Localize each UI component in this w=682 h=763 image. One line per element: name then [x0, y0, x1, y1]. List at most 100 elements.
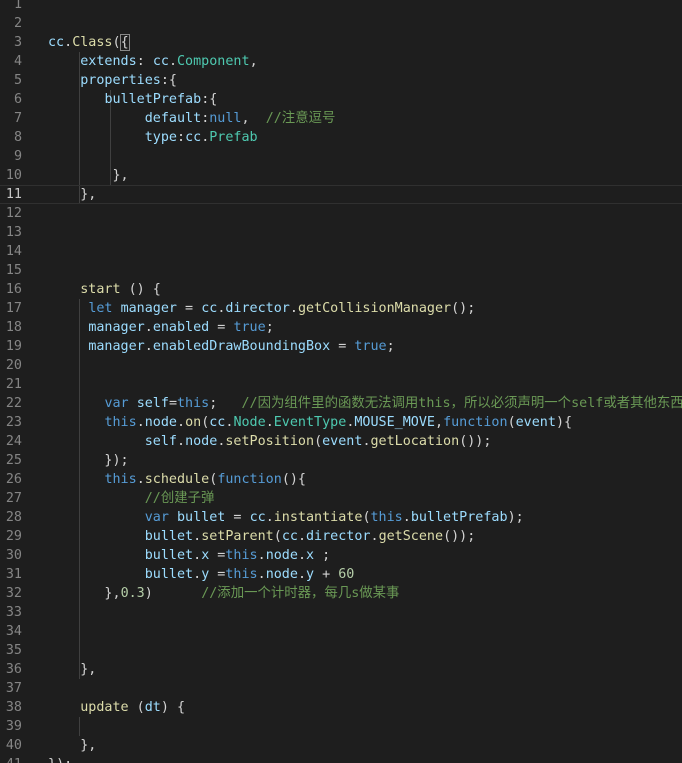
code-token: //因为组件里的函数无法调用this，所以必须声明一个self或者其他东西 [241, 396, 682, 411]
line-code[interactable]: properties:{ [48, 71, 177, 90]
code-line[interactable]: 30 bullet.x =this.node.x ; [0, 546, 682, 565]
code-line[interactable]: 15 [0, 261, 682, 280]
code-token: ( [314, 434, 323, 449]
code-line[interactable]: 35 [0, 641, 682, 660]
code-token: = [177, 301, 202, 316]
code-line[interactable]: 13 [0, 223, 682, 242]
code-token: . [144, 339, 153, 354]
line-code[interactable]: manager.enabledDrawBoundingBox = true; [48, 337, 394, 356]
line-code[interactable]: this.schedule(function(){ [48, 470, 306, 489]
code-line[interactable]: 41}); [0, 755, 682, 763]
line-code[interactable]: var self=this; //因为组件里的函数无法调用this，所以必须声明… [48, 394, 682, 413]
line-code[interactable]: }); [48, 451, 128, 470]
code-line[interactable]: 19 manager.enabledDrawBoundingBox = true… [0, 337, 682, 356]
code-line[interactable]: 27 //创建子弹 [0, 489, 682, 508]
code-line[interactable]: 5 properties:{ [0, 71, 682, 90]
line-number: 7 [13, 111, 22, 126]
line-code[interactable]: }, [48, 186, 96, 203]
code-token: . [370, 529, 379, 544]
code-token: . [168, 54, 177, 69]
code-line[interactable]: 26 this.schedule(function(){ [0, 470, 682, 489]
code-line[interactable]: 38 update (dt) { [0, 698, 682, 717]
line-code[interactable]: let manager = cc.director.getCollisionMa… [48, 299, 475, 318]
line-code[interactable]: this.node.on(cc.Node.EventType.MOUSE_MOV… [48, 413, 572, 432]
line-code[interactable]: manager.enabled = true; [48, 318, 273, 337]
code-line[interactable]: 21 [0, 375, 682, 394]
code-line[interactable]: 32 },0.3) //添加一个计时器，每几s做某事 [0, 584, 682, 603]
line-code[interactable]: default:null, //注意逗号 [48, 109, 336, 128]
code-line[interactable]: 4 extends: cc.Component, [0, 52, 682, 71]
code-token: = [225, 510, 250, 525]
code-token: . [265, 415, 274, 430]
code-line[interactable]: 23 this.node.on(cc.Node.EventType.MOUSE_… [0, 413, 682, 432]
line-code[interactable]: type:cc.Prefab [48, 128, 258, 147]
code-token: () { [120, 282, 161, 297]
code-line[interactable]: 29 bullet.setParent(cc.director.getScene… [0, 527, 682, 546]
code-line[interactable]: 22 var self=this; //因为组件里的函数无法调用this，所以必… [0, 394, 682, 413]
code-token: node [265, 567, 298, 582]
code-token: = [209, 567, 226, 582]
code-token: //创建子弹 [144, 491, 215, 506]
code-line[interactable]: 10 }, [0, 166, 682, 185]
code-line[interactable]: 17 let manager = cc.director.getCollisio… [0, 299, 682, 318]
code-line[interactable]: 9 [0, 147, 682, 166]
line-code[interactable]: extends: cc.Component, [48, 52, 257, 71]
code-token: { [119, 34, 130, 51]
line-number: 9 [13, 149, 22, 164]
line-number: 11 [5, 187, 22, 202]
code-line[interactable]: 11 }, [0, 185, 682, 204]
code-line[interactable]: 18 manager.enabled = true; [0, 318, 682, 337]
code-line[interactable]: 6 bulletPrefab:{ [0, 90, 682, 109]
code-line[interactable]: 20 [0, 356, 682, 375]
code-token: }, [48, 187, 97, 202]
code-token: }, [48, 738, 97, 753]
line-code[interactable]: //创建子弹 [48, 489, 215, 508]
code-line[interactable]: 12 [0, 204, 682, 223]
code-line[interactable]: 3 cc.Class({ [0, 33, 682, 52]
code-line[interactable]: 40 }, [0, 736, 682, 755]
line-code[interactable]: cc.Class({ [48, 33, 130, 52]
line-code[interactable]: },0.3) //添加一个计时器，每几s做某事 [48, 584, 399, 603]
line-code[interactable]: bullet.y =this.node.y + 60 [48, 565, 355, 584]
line-code[interactable]: }, [48, 736, 96, 755]
code-token: (); [451, 301, 476, 316]
line-code[interactable]: }, [48, 166, 128, 185]
line-code[interactable]: update (dt) { [48, 698, 185, 717]
code-editor[interactable]: 1 2 3 cc.Class({4 extends: cc.Component, 5 p… [0, 0, 682, 763]
line-code[interactable]: var bullet = cc.instantiate(this.bulletP… [48, 508, 524, 527]
line-number: 34 [5, 624, 22, 639]
code-line[interactable]: 33 [0, 603, 682, 622]
line-code[interactable]: bullet.x =this.node.x ; [48, 546, 330, 565]
code-line[interactable]: 1 [0, 0, 682, 14]
code-token: true [233, 320, 266, 335]
code-token: //注意逗号 [265, 111, 336, 126]
line-code[interactable]: bulletPrefab:{ [48, 90, 217, 109]
code-line[interactable]: 16 start () { [0, 280, 682, 299]
code-token: . [265, 510, 274, 525]
code-token: ()); [459, 434, 492, 449]
code-token: self [136, 396, 169, 411]
code-token: = [168, 396, 177, 411]
line-code[interactable]: start () { [48, 280, 161, 299]
line-code[interactable]: }); [48, 755, 72, 763]
code-line[interactable]: 31 bullet.y =this.node.y + 60 [0, 565, 682, 584]
code-line[interactable]: 36 }, [0, 660, 682, 679]
code-line[interactable]: 37 [0, 679, 682, 698]
code-line[interactable]: 28 var bullet = cc.instantiate(this.bull… [0, 508, 682, 527]
code-line[interactable]: 8 type:cc.Prefab [0, 128, 682, 147]
code-line[interactable]: 2 [0, 14, 682, 33]
line-code[interactable]: bullet.setParent(cc.director.getScene())… [48, 527, 476, 546]
code-line[interactable]: 24 self.node.setPosition(event.getLocati… [0, 432, 682, 451]
line-number: 20 [5, 358, 22, 373]
code-line[interactable]: 25 }); [0, 451, 682, 470]
code-token: ){ [555, 415, 573, 430]
code-line[interactable]: 39 [0, 717, 682, 736]
code-token: cc [152, 54, 169, 69]
code-line[interactable]: 14 [0, 242, 682, 261]
line-code[interactable]: self.node.setPosition(event.getLocation(… [48, 432, 492, 451]
code-line[interactable]: 7 default:null, //注意逗号 [0, 109, 682, 128]
code-line[interactable]: 34 [0, 622, 682, 641]
code-token: bulletPrefab [410, 510, 508, 525]
line-code[interactable]: }, [48, 660, 96, 679]
